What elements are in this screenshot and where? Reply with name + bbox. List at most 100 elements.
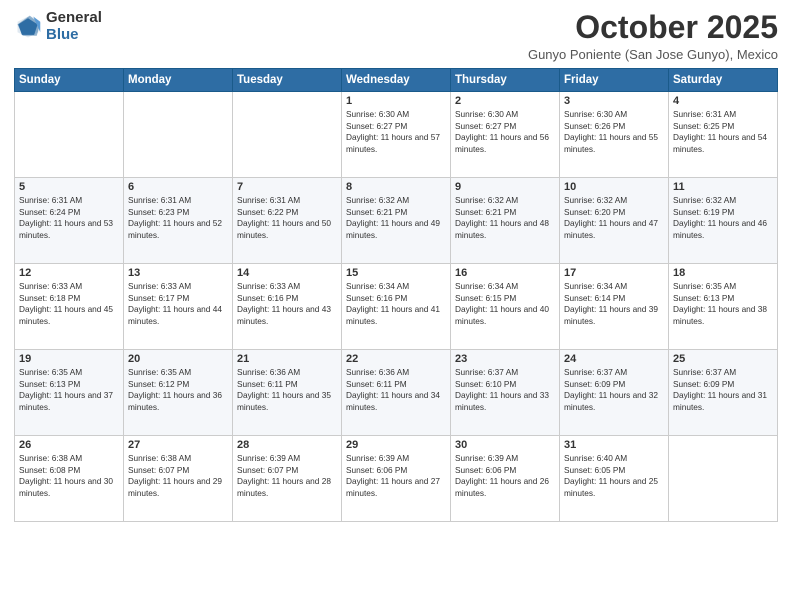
cell-info: Sunrise: 6:36 AM Sunset: 6:11 PM Dayligh…: [237, 367, 337, 413]
cell-info: Sunrise: 6:34 AM Sunset: 6:14 PM Dayligh…: [564, 281, 664, 327]
day-number: 23: [455, 353, 555, 365]
day-number: 3: [564, 95, 664, 107]
day-number: 21: [237, 353, 337, 365]
cell-info: Sunrise: 6:39 AM Sunset: 6:07 PM Dayligh…: [237, 453, 337, 499]
logo-line2: Blue: [46, 27, 102, 44]
day-number: 5: [19, 181, 119, 193]
calendar-cell: 31Sunrise: 6:40 AM Sunset: 6:05 PM Dayli…: [560, 436, 669, 522]
day-number: 18: [673, 267, 773, 279]
cell-info: Sunrise: 6:30 AM Sunset: 6:27 PM Dayligh…: [455, 109, 555, 155]
day-number: 13: [128, 267, 228, 279]
location-subtitle: Gunyo Poniente (San Jose Gunyo), Mexico: [528, 47, 778, 62]
cell-info: Sunrise: 6:31 AM Sunset: 6:24 PM Dayligh…: [19, 195, 119, 241]
calendar-cell: [233, 92, 342, 178]
calendar-cell: 9 Sunrise: 6:32 AM Sunset: 6:21 PM Daylig…: [451, 178, 560, 264]
weekday-sunday: Sunday: [15, 69, 124, 92]
cell-info: Sunrise: 6:38 AM Sunset: 6:07 PM Dayligh…: [128, 453, 228, 499]
cell-info: Sunrise: 6:38 AM Sunset: 6:08 PM Dayligh…: [19, 453, 119, 499]
calendar-cell: 12 Sunrise: 6:33 AM Sunset: 6:18 PM Dayli…: [15, 264, 124, 350]
month-title: October 2025: [528, 10, 778, 45]
cell-info: Sunrise: 6:32 AM Sunset: 6:21 PM Dayligh…: [346, 195, 446, 241]
calendar-cell: 16Sunrise: 6:34 AM Sunset: 6:15 PM Dayli…: [451, 264, 560, 350]
logo-text: General Blue: [46, 10, 102, 43]
calendar-cell: 10 Sunrise: 6:32 AM Sunset: 6:20 PM Dayli…: [560, 178, 669, 264]
cell-info: Sunrise: 6:39 AM Sunset: 6:06 PM Dayligh…: [455, 453, 555, 499]
logo-line1: General: [46, 10, 102, 27]
calendar-week-2: 5 Sunrise: 6:31 AM Sunset: 6:24 PM Daylig…: [15, 178, 778, 264]
calendar-cell: 19Sunrise: 6:35 AM Sunset: 6:13 PM Dayli…: [15, 350, 124, 436]
calendar-cell: 5 Sunrise: 6:31 AM Sunset: 6:24 PM Daylig…: [15, 178, 124, 264]
calendar-cell: 4 Sunrise: 6:31 AM Sunset: 6:25 PM Daylig…: [669, 92, 778, 178]
day-number: 20: [128, 353, 228, 365]
calendar-cell: 21 Sunrise: 6:36 AM Sunset: 6:11 PM Dayli…: [233, 350, 342, 436]
cell-info: Sunrise: 6:37 AM Sunset: 6:10 PM Dayligh…: [455, 367, 555, 413]
header: General Blue October 2025 Gunyo Poniente…: [14, 10, 778, 62]
cell-info: Sunrise: 6:35 AM Sunset: 6:13 PM Dayligh…: [673, 281, 773, 327]
calendar-cell: 8 Sunrise: 6:32 AM Sunset: 6:21 PM Daylig…: [342, 178, 451, 264]
calendar-cell: 27 Sunrise: 6:38 AM Sunset: 6:07 PM Dayli…: [124, 436, 233, 522]
cell-info: Sunrise: 6:31 AM Sunset: 6:22 PM Dayligh…: [237, 195, 337, 241]
calendar-cell: 28 Sunrise: 6:39 AM Sunset: 6:07 PM Dayli…: [233, 436, 342, 522]
cell-info: Sunrise: 6:33 AM Sunset: 6:16 PM Dayligh…: [237, 281, 337, 327]
cell-info: Sunrise: 6:37 AM Sunset: 6:09 PM Dayligh…: [564, 367, 664, 413]
calendar-week-4: 19Sunrise: 6:35 AM Sunset: 6:13 PM Dayli…: [15, 350, 778, 436]
cell-info: Sunrise: 6:30 AM Sunset: 6:27 PM Dayligh…: [346, 109, 446, 155]
day-number: 22: [346, 353, 446, 365]
calendar-cell: 11Sunrise: 6:32 AM Sunset: 6:19 PM Dayli…: [669, 178, 778, 264]
calendar-cell: 15 Sunrise: 6:34 AM Sunset: 6:16 PM Dayli…: [342, 264, 451, 350]
calendar-cell: 13Sunrise: 6:33 AM Sunset: 6:17 PM Dayli…: [124, 264, 233, 350]
day-number: 12: [19, 267, 119, 279]
calendar-cell: 17Sunrise: 6:34 AM Sunset: 6:14 PM Dayli…: [560, 264, 669, 350]
weekday-monday: Monday: [124, 69, 233, 92]
cell-info: Sunrise: 6:34 AM Sunset: 6:16 PM Dayligh…: [346, 281, 446, 327]
calendar-week-1: 1 Sunrise: 6:30 AM Sunset: 6:27 PM Daylig…: [15, 92, 778, 178]
cell-info: Sunrise: 6:32 AM Sunset: 6:20 PM Dayligh…: [564, 195, 664, 241]
cell-info: Sunrise: 6:35 AM Sunset: 6:13 PM Dayligh…: [19, 367, 119, 413]
day-number: 7: [237, 181, 337, 193]
day-number: 4: [673, 95, 773, 107]
calendar-cell: 29 Sunrise: 6:39 AM Sunset: 6:06 PM Dayli…: [342, 436, 451, 522]
day-number: 9: [455, 181, 555, 193]
cell-info: Sunrise: 6:32 AM Sunset: 6:19 PM Dayligh…: [673, 195, 773, 241]
calendar-cell: 26 Sunrise: 6:38 AM Sunset: 6:08 PM Dayli…: [15, 436, 124, 522]
calendar-cell: 6Sunrise: 6:31 AM Sunset: 6:23 PM Daylig…: [124, 178, 233, 264]
day-number: 29: [346, 439, 446, 451]
day-number: 10: [564, 181, 664, 193]
calendar-cell: [15, 92, 124, 178]
calendar-cell: [124, 92, 233, 178]
cell-info: Sunrise: 6:31 AM Sunset: 6:25 PM Dayligh…: [673, 109, 773, 155]
weekday-saturday: Saturday: [669, 69, 778, 92]
day-number: 27: [128, 439, 228, 451]
day-number: 31: [564, 439, 664, 451]
calendar-cell: 22 Sunrise: 6:36 AM Sunset: 6:11 PM Dayli…: [342, 350, 451, 436]
day-number: 28: [237, 439, 337, 451]
calendar-cell: 7 Sunrise: 6:31 AM Sunset: 6:22 PM Daylig…: [233, 178, 342, 264]
calendar-cell: 30 Sunrise: 6:39 AM Sunset: 6:06 PM Dayli…: [451, 436, 560, 522]
calendar-table: SundayMondayTuesdayWednesdayThursdayFrid…: [14, 68, 778, 522]
weekday-tuesday: Tuesday: [233, 69, 342, 92]
cell-info: Sunrise: 6:35 AM Sunset: 6:12 PM Dayligh…: [128, 367, 228, 413]
cell-info: Sunrise: 6:39 AM Sunset: 6:06 PM Dayligh…: [346, 453, 446, 499]
weekday-thursday: Thursday: [451, 69, 560, 92]
cell-info: Sunrise: 6:33 AM Sunset: 6:18 PM Dayligh…: [19, 281, 119, 327]
logo: General Blue: [14, 10, 102, 43]
cell-info: Sunrise: 6:34 AM Sunset: 6:15 PM Dayligh…: [455, 281, 555, 327]
day-number: 30: [455, 439, 555, 451]
cell-info: Sunrise: 6:32 AM Sunset: 6:21 PM Dayligh…: [455, 195, 555, 241]
day-number: 8: [346, 181, 446, 193]
cell-info: Sunrise: 6:36 AM Sunset: 6:11 PM Dayligh…: [346, 367, 446, 413]
day-number: 6: [128, 181, 228, 193]
calendar-week-5: 26 Sunrise: 6:38 AM Sunset: 6:08 PM Dayli…: [15, 436, 778, 522]
day-number: 2: [455, 95, 555, 107]
calendar-cell: 14 Sunrise: 6:33 AM Sunset: 6:16 PM Dayli…: [233, 264, 342, 350]
page: General Blue October 2025 Gunyo Poniente…: [0, 0, 792, 612]
title-block: October 2025 Gunyo Poniente (San Jose Gu…: [528, 10, 778, 62]
day-number: 14: [237, 267, 337, 279]
weekday-wednesday: Wednesday: [342, 69, 451, 92]
calendar-cell: 3Sunrise: 6:30 AM Sunset: 6:26 PM Daylig…: [560, 92, 669, 178]
day-number: 24: [564, 353, 664, 365]
day-number: 1: [346, 95, 446, 107]
day-number: 26: [19, 439, 119, 451]
day-number: 15: [346, 267, 446, 279]
cell-info: Sunrise: 6:37 AM Sunset: 6:09 PM Dayligh…: [673, 367, 773, 413]
